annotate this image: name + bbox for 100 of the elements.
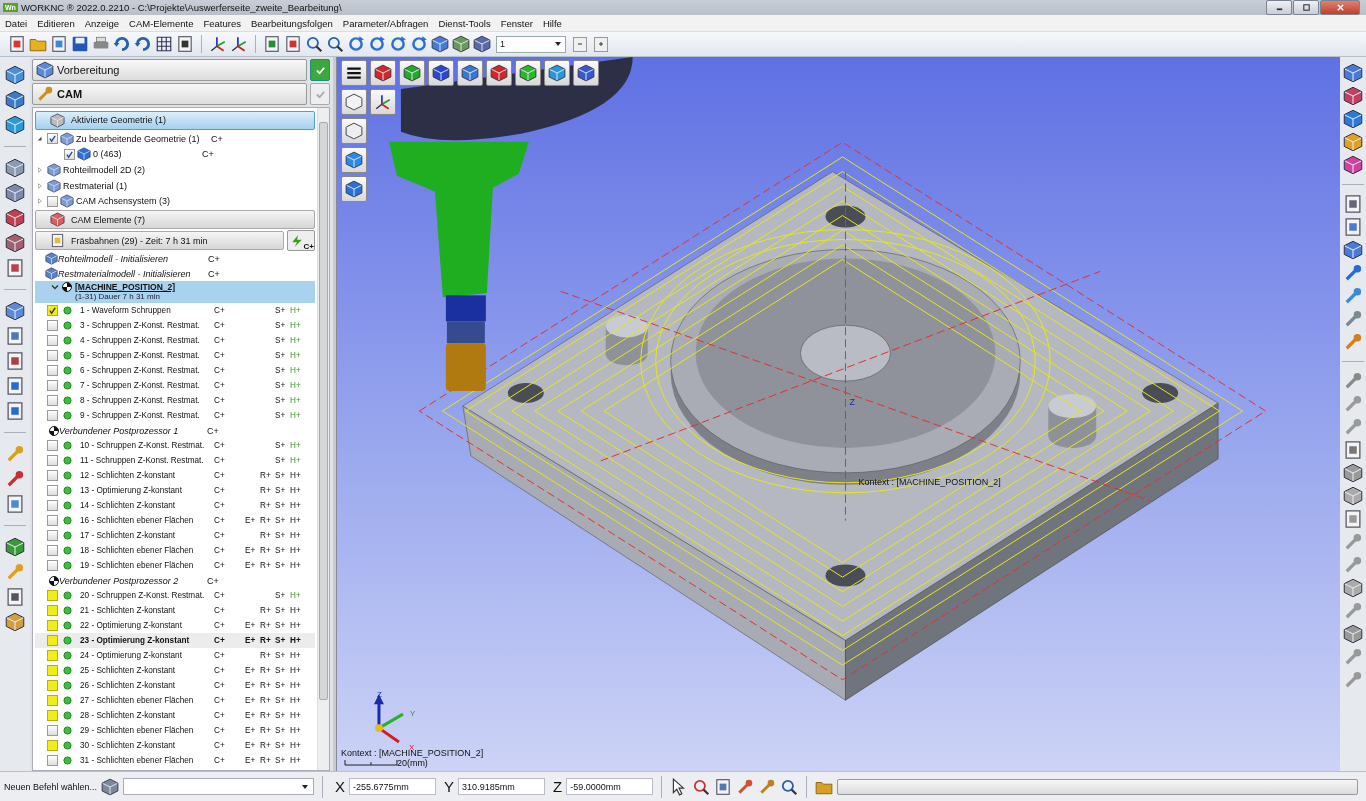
cube-icon[interactable] bbox=[5, 90, 25, 110]
maximize-button[interactable] bbox=[1293, 0, 1319, 15]
document-icon[interactable] bbox=[8, 35, 26, 53]
wrench-icon[interactable] bbox=[1343, 263, 1363, 283]
toolpath-row[interactable]: 11 - Schruppen Z-Konst. Restmat. C+ S+ H+ bbox=[35, 453, 315, 468]
view-cube-button[interactable] bbox=[573, 60, 599, 86]
tree-item[interactable]: CAM Achsensystem (3) bbox=[76, 196, 206, 207]
cube-icon[interactable] bbox=[5, 208, 25, 228]
document-icon[interactable] bbox=[176, 35, 194, 53]
postprocessor-name[interactable]: Verbundener Postprozessor 1 bbox=[59, 425, 207, 436]
cube-icon[interactable] bbox=[1343, 132, 1363, 152]
document-icon[interactable] bbox=[263, 35, 281, 53]
scrollbar[interactable] bbox=[317, 108, 329, 770]
toolpath-row[interactable]: 12 - Schlichten Z-konstant C+ R+ S+ H+ bbox=[35, 468, 315, 483]
cube-icon[interactable] bbox=[1343, 463, 1363, 483]
cube-icon[interactable] bbox=[1343, 109, 1363, 129]
view-cube-button[interactable] bbox=[486, 60, 512, 86]
cam-header[interactable]: CAM bbox=[32, 83, 307, 105]
preparation-header[interactable]: Vorbereitung bbox=[32, 59, 307, 81]
checkbox[interactable] bbox=[47, 515, 58, 526]
toolpath-row[interactable]: 21 - Schlichten Z-konstant C+ R+ S+ H+ bbox=[35, 603, 315, 618]
checkbox[interactable] bbox=[47, 410, 58, 421]
cube-icon[interactable] bbox=[5, 115, 25, 135]
checkbox[interactable] bbox=[47, 740, 58, 751]
cube-icon[interactable] bbox=[5, 612, 25, 632]
section-header[interactable]: Aktivierte Geometrie (1) bbox=[35, 111, 315, 130]
toolpath-row[interactable]: 18 - Schlichten ebener Flächen C+ E+ R+ S+ H+ bbox=[35, 543, 315, 558]
checkbox[interactable] bbox=[47, 590, 58, 601]
menu-item[interactable]: Bearbeitungsfolgen bbox=[245, 17, 338, 29]
checkbox[interactable] bbox=[64, 148, 75, 160]
view-cube-button[interactable] bbox=[370, 60, 396, 86]
checkbox[interactable] bbox=[47, 635, 58, 646]
checkbox[interactable] bbox=[47, 305, 58, 316]
view-cube-button[interactable] bbox=[457, 60, 483, 86]
wrench-icon[interactable] bbox=[1343, 286, 1363, 306]
toolpath-row[interactable]: 30 - Schlichten Z-konstant C+ E+ R+ S+ H+ bbox=[35, 738, 315, 753]
command-dropdown[interactable] bbox=[123, 778, 315, 795]
checkbox[interactable] bbox=[47, 665, 58, 676]
view-cube-button[interactable] bbox=[428, 60, 454, 86]
toolpath-row[interactable]: 16 - Schlichten ebener Flächen C+ E+ R+ S+ H+ bbox=[35, 513, 315, 528]
toolpath-row[interactable]: 23 - Optimierung Z-konstant C+ E+ R+ S+ H+ bbox=[35, 633, 315, 648]
toolpath-row[interactable]: 3 - Schruppen Z-Konst. Restmat. C+ S+ H+ bbox=[35, 318, 315, 333]
tree-item[interactable]: Rohteilmodell - Initialisieren bbox=[58, 253, 208, 264]
tree-item[interactable]: Restmaterialmodell - Initialisieren bbox=[58, 268, 208, 279]
checkbox[interactable] bbox=[47, 320, 58, 331]
confirm-button[interactable] bbox=[310, 59, 330, 81]
postprocessor-name[interactable]: Verbundener Postprozessor 2 bbox=[59, 575, 207, 586]
toolpath-row[interactable]: 20 - Schruppen Z-Konst. Restmat. C+ S+ H+ bbox=[35, 588, 315, 603]
decrement-button[interactable] bbox=[573, 36, 587, 52]
document-icon[interactable] bbox=[284, 35, 302, 53]
cube-icon[interactable] bbox=[1343, 240, 1363, 260]
cube-icon[interactable] bbox=[1343, 578, 1363, 598]
cube-icon[interactable] bbox=[473, 35, 491, 53]
checkbox[interactable] bbox=[47, 500, 58, 511]
document-icon[interactable] bbox=[5, 587, 25, 607]
toolpath-row[interactable]: 26 - Schlichten Z-konstant C+ E+ R+ S+ H+ bbox=[35, 678, 315, 693]
checkbox[interactable] bbox=[47, 485, 58, 496]
checkbox[interactable] bbox=[47, 195, 58, 207]
wireframe-button[interactable] bbox=[341, 89, 367, 115]
collapse-arrow-icon[interactable] bbox=[37, 135, 43, 142]
rotate-icon[interactable] bbox=[410, 35, 428, 53]
wrench-icon[interactable] bbox=[1343, 417, 1363, 437]
undo-icon[interactable] bbox=[113, 35, 131, 53]
wrench-icon[interactable] bbox=[1343, 394, 1363, 414]
cube-icon[interactable] bbox=[1343, 86, 1363, 106]
checkbox[interactable] bbox=[47, 470, 58, 481]
menu-item[interactable]: Hilfe bbox=[537, 17, 567, 29]
checkbox[interactable] bbox=[47, 395, 58, 406]
toolpath-row[interactable]: 8 - Schruppen Z-Konst. Restmat. C+ S+ H+ bbox=[35, 393, 315, 408]
toolpath-row[interactable]: 22 - Optimierung Z-konstant C+ E+ R+ S+ H+ bbox=[35, 618, 315, 633]
checkbox[interactable] bbox=[47, 710, 58, 721]
cube-icon[interactable] bbox=[1343, 624, 1363, 644]
checkbox[interactable] bbox=[47, 725, 58, 736]
machine-position-group[interactable]: [MACHINE_POSITION_2] (1-31) Dauer 7 h 31 min bbox=[35, 281, 315, 303]
toolpath-row[interactable]: 24 - Optimierung Z-konstant C+ R+ S+ H+ bbox=[35, 648, 315, 663]
axes-icon[interactable] bbox=[209, 35, 227, 53]
toolpath-row[interactable]: 31 - Schlichten ebener Flächen C+ E+ R+ S+ H+ bbox=[35, 753, 315, 768]
cube-icon[interactable] bbox=[5, 158, 25, 178]
toolpath-row[interactable]: 28 - Schlichten Z-konstant C+ E+ R+ S+ H+ bbox=[35, 708, 315, 723]
menu-item[interactable]: CAM-Elemente bbox=[124, 17, 199, 29]
checkbox[interactable] bbox=[47, 605, 58, 616]
calculate-button[interactable]: C+ bbox=[287, 230, 315, 251]
close-button[interactable] bbox=[1320, 0, 1360, 15]
cube-icon[interactable] bbox=[5, 301, 25, 321]
shaded-view-button[interactable] bbox=[341, 176, 367, 202]
grid-icon[interactable] bbox=[155, 35, 173, 53]
menu-item[interactable]: Datei bbox=[0, 17, 33, 29]
document-icon[interactable] bbox=[714, 777, 733, 796]
undo-icon[interactable] bbox=[134, 35, 152, 53]
tree-item[interactable]: Zu bearbeitende Geometrie (1) bbox=[76, 133, 206, 144]
layer-dropdown[interactable]: 1 bbox=[496, 35, 566, 53]
zoom-icon[interactable] bbox=[692, 777, 711, 796]
checkbox[interactable] bbox=[47, 350, 58, 361]
checkbox[interactable] bbox=[47, 440, 58, 451]
toolpath-row[interactable]: 6 - Schruppen Z-Konst. Restmat. C+ S+ H+ bbox=[35, 363, 315, 378]
z-coordinate-field[interactable]: -59.0000mm bbox=[566, 778, 654, 795]
checkbox[interactable] bbox=[47, 545, 58, 556]
toolpath-row[interactable]: 13 - Optimierung Z-konstant C+ R+ S+ H+ bbox=[35, 483, 315, 498]
increment-button[interactable] bbox=[594, 36, 608, 52]
section-header[interactable]: CAM Elemente (7) bbox=[35, 210, 315, 229]
